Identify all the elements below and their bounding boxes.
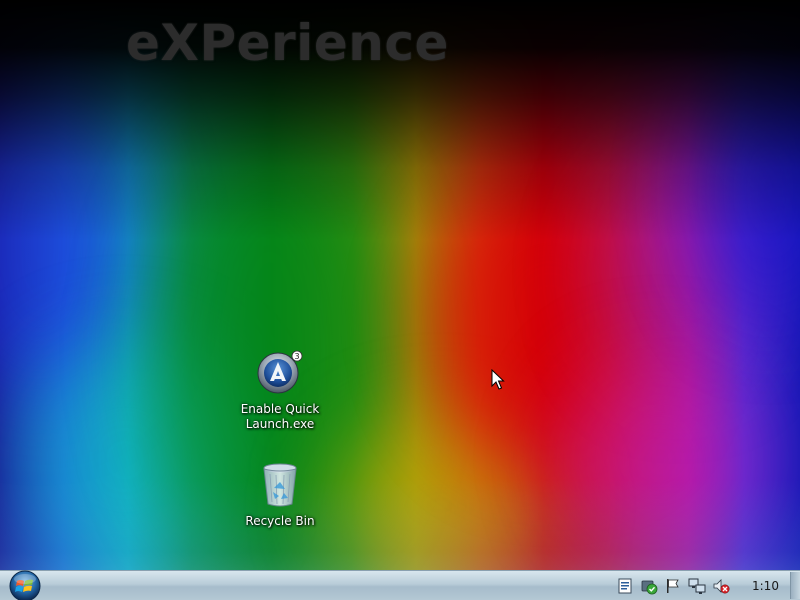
system-tray: 1:10 bbox=[616, 571, 786, 600]
notes-icon[interactable] bbox=[616, 577, 634, 595]
security-shield-icon[interactable] bbox=[640, 577, 658, 595]
desktop-icon-label: Enable Quick Launch.exe bbox=[240, 402, 320, 431]
recycle-bin-icon bbox=[263, 463, 297, 507]
mouse-pointer-icon bbox=[491, 369, 505, 390]
volume-muted-icon[interactable] bbox=[712, 577, 730, 595]
clock-time[interactable]: 1:10 bbox=[752, 579, 779, 593]
desktop-icon-enable-quick-launch[interactable]: 3 Enable Quick Launch.exe bbox=[234, 348, 326, 432]
wallpaper-brand-text: eXPerience bbox=[126, 14, 449, 72]
taskbar: 1:10 bbox=[0, 570, 800, 600]
desktop-icon-label: Recycle Bin bbox=[245, 514, 315, 528]
action-center-flag-icon[interactable] bbox=[664, 577, 682, 595]
start-button[interactable] bbox=[6, 569, 44, 600]
desktop-icon-recycle-bin[interactable]: Recycle Bin bbox=[234, 462, 326, 529]
show-desktop-button[interactable] bbox=[790, 572, 800, 599]
wallpaper-shade bbox=[0, 0, 800, 600]
autoit-app-icon: 3 bbox=[257, 350, 303, 394]
windows-logo-icon bbox=[9, 570, 41, 600]
desktop[interactable]: eXPerience 3 Enable Quick Launch.exe Rec… bbox=[0, 0, 800, 600]
svg-text:3: 3 bbox=[294, 352, 299, 361]
network-icon[interactable] bbox=[688, 577, 706, 595]
